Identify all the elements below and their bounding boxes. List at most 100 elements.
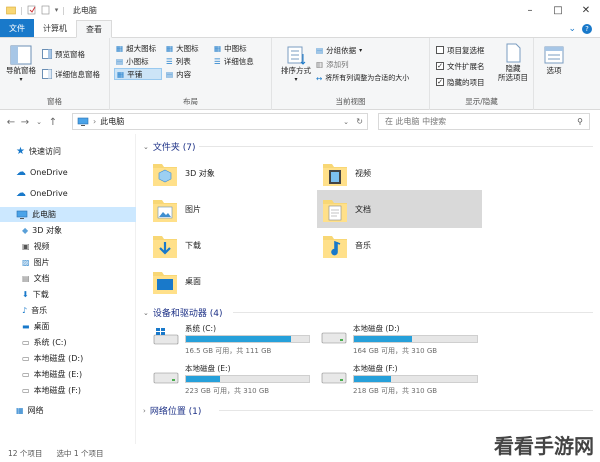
nav-item-this-pc[interactable]: 此电脑	[0, 207, 136, 222]
add-columns-button[interactable]: ▥ 添加列	[316, 58, 349, 70]
layout-details[interactable]: ☰ 详细信息	[214, 55, 254, 67]
navigation-pane-button[interactable]: 导航窗格 ▾	[4, 44, 38, 84]
nav-item-3d-objects[interactable]: ◆ 3D 对象	[0, 223, 136, 238]
nav-item-onedrive-2[interactable]: ☁ OneDrive	[0, 186, 136, 201]
folder-desktop[interactable]: 桌面	[151, 262, 316, 300]
breadcrumb[interactable]: 此电脑	[100, 116, 124, 127]
collapse-ribbon-icon[interactable]: ⌄	[568, 24, 576, 34]
hidden-items-toggle[interactable]: ✓ 隐藏的项目	[436, 76, 485, 88]
address-bar[interactable]: › 此电脑 ⌄ ↻	[72, 113, 368, 130]
drive-d[interactable]: 本地磁盘 (D:) 164 GB 可用，共 310 GB	[321, 323, 481, 357]
drive-usage-fill	[186, 376, 221, 382]
details-pane-button[interactable]: 详细信息窗格	[42, 68, 100, 80]
sort-icon	[287, 46, 306, 65]
section-devices-header[interactable]: ⌄ 设备和驱动器 (4)	[143, 306, 223, 320]
refresh-icon[interactable]: ↻	[356, 117, 363, 126]
tab-file[interactable]: 文件	[0, 19, 34, 37]
sort-by-button[interactable]: 排序方式 ▾	[278, 44, 314, 84]
layout-medium-icons[interactable]: ▦ 中图标	[214, 42, 247, 54]
watermark-logo: 看看手游网	[494, 434, 594, 458]
nav-item-videos[interactable]: ▣ 视频	[0, 239, 136, 254]
file-extensions-checkbox[interactable]: ✓	[436, 62, 444, 70]
nav-item-music[interactable]: ♪ 音乐	[0, 303, 136, 318]
network-icon: ▦	[16, 406, 24, 415]
drive-c[interactable]: 系统 (C:) 16.5 GB 可用，共 111 GB	[153, 323, 313, 357]
nav-item-pictures[interactable]: ▨ 图片	[0, 255, 136, 270]
layout-small-icons[interactable]: ▤ 小图标	[116, 55, 149, 67]
layout-tiles[interactable]: ▦ 平铺	[114, 68, 162, 80]
new-folder-icon[interactable]	[41, 5, 51, 15]
minimize-button[interactable]: –	[516, 0, 544, 20]
drive-usage-bar	[185, 375, 310, 383]
nav-item-desktop[interactable]: ▬ 桌面	[0, 319, 136, 334]
folder-music[interactable]: 音乐	[321, 226, 486, 264]
cloud-icon: ☁	[16, 167, 26, 178]
recent-locations-dropdown[interactable]: ⌄	[32, 118, 46, 126]
ribbon-tabs: 文件 计算机 查看 ⌄ ?	[0, 19, 600, 38]
address-dropdown-icon[interactable]: ⌄	[343, 118, 349, 126]
desktop-icon: ▬	[22, 322, 30, 331]
group-by-button[interactable]: ▤ 分组依据 ▾	[316, 44, 362, 56]
item-checkboxes-checkbox[interactable]	[436, 46, 444, 54]
layout-content[interactable]: ▤ 内容	[166, 68, 191, 80]
address-row: ← → ⌄ ↑ › 此电脑 ⌄ ↻ 在 此电脑 中搜索 ⚲	[0, 110, 600, 134]
tab-view[interactable]: 查看	[76, 20, 112, 38]
computer-icon	[77, 117, 89, 126]
drive-icon: ▭	[22, 370, 30, 379]
customize-dropdown-icon[interactable]: ▾	[55, 6, 59, 14]
section-folders-header[interactable]: ⌄ 文件夹 (7)	[143, 140, 196, 154]
music-icon: ♪	[22, 306, 28, 315]
up-button[interactable]: ↑	[46, 117, 60, 128]
nav-item-documents[interactable]: ▤ 文档	[0, 271, 136, 286]
size-all-columns-button[interactable]: ↔ 将所有列调整为合适的大小	[316, 72, 409, 84]
cube-icon: ◆	[22, 226, 29, 235]
options-button[interactable]: 选项	[538, 44, 570, 75]
layout-extra-large-icons[interactable]: ▦ 超大图标	[116, 42, 156, 54]
nav-item-downloads[interactable]: ⬇ 下载	[0, 287, 136, 302]
layout-large-icons[interactable]: ▦ 大图标	[166, 42, 199, 54]
picture-folder-icon	[153, 200, 177, 222]
tab-computer[interactable]: 计算机	[34, 20, 76, 37]
help-icon[interactable]: ?	[582, 24, 592, 34]
folder-3d-objects[interactable]: 3D 对象	[151, 154, 316, 192]
video-folder-icon	[323, 164, 347, 186]
drive-e[interactable]: 本地磁盘 (E:) 223 GB 可用，共 310 GB	[153, 363, 313, 397]
nav-item-drive-c[interactable]: ▭ 系统 (C:)	[0, 335, 136, 350]
document-folder-icon	[323, 200, 347, 222]
section-network-header[interactable]: › 网络位置 (1)	[143, 404, 201, 418]
forward-button[interactable]: →	[18, 117, 32, 128]
preview-pane-button[interactable]: 预览窗格	[42, 48, 85, 60]
layout-list[interactable]: ☰ 列表	[166, 55, 191, 67]
group-label-current-view: 当前视图	[335, 97, 366, 106]
nav-item-drive-d[interactable]: ▭ 本地磁盘 (D:)	[0, 351, 136, 366]
drive-icon	[153, 372, 179, 384]
content-area: ⌄ 文件夹 (7) 3D 对象 视频 图片 文档 下载 音乐 桌面 ⌄ 设备和驱动器…	[137, 134, 600, 444]
ribbon: 导航窗格 ▾ 预览窗格 详细信息窗格 窗格 ▦ 超大图标 ▦ 大图标 ▦ 中图标 ▤ 小…	[0, 38, 600, 110]
hide-selected-button[interactable]: 隐藏 所选项目	[494, 42, 532, 82]
preview-pane-icon	[42, 49, 52, 59]
drive-f[interactable]: 本地磁盘 (F:) 218 GB 可用，共 310 GB	[321, 363, 481, 397]
close-button[interactable]: ✕	[572, 0, 600, 20]
drive-usage-bar	[353, 335, 478, 343]
search-box[interactable]: 在 此电脑 中搜索 ⚲	[378, 113, 590, 130]
folder-downloads[interactable]: 下载	[151, 226, 316, 264]
properties-icon[interactable]	[27, 5, 37, 15]
cube-folder-icon	[153, 164, 177, 186]
hidden-items-checkbox[interactable]: ✓	[436, 78, 444, 86]
folder-videos[interactable]: 视频	[321, 154, 486, 192]
item-checkboxes-toggle[interactable]: 项目复选框	[436, 44, 485, 56]
file-extensions-toggle[interactable]: ✓ 文件扩展名	[436, 60, 485, 72]
back-button[interactable]: ←	[4, 117, 18, 128]
nav-item-quick-access[interactable]: ★ 快速访问	[0, 144, 136, 159]
nav-item-drive-e[interactable]: ▭ 本地磁盘 (E:)	[0, 367, 136, 382]
group-label-panes: 窗格	[47, 97, 62, 106]
group-options: 选项	[534, 38, 574, 110]
folder-documents[interactable]: 文档	[317, 190, 482, 228]
search-icon[interactable]: ⚲	[577, 117, 583, 126]
drive-name: 本地磁盘 (F:)	[353, 364, 398, 373]
nav-item-drive-f[interactable]: ▭ 本地磁盘 (F:)	[0, 383, 136, 398]
folder-pictures[interactable]: 图片	[151, 190, 316, 228]
maximize-button[interactable]: □	[544, 0, 572, 20]
nav-item-onedrive[interactable]: ☁ OneDrive	[0, 165, 136, 180]
nav-item-network[interactable]: ▦ 网络	[0, 403, 136, 418]
